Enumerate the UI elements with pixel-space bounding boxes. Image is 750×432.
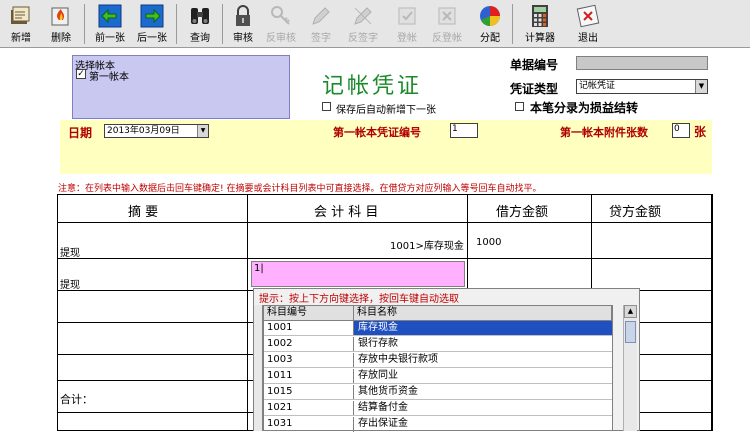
grid-row-divider xyxy=(640,412,713,413)
arrow-left-icon xyxy=(98,4,122,28)
pen-icon xyxy=(312,7,330,25)
popup-row-indicator xyxy=(254,305,263,431)
popup-hint: 提示：按上下方向键选择，按回车键自动选取 xyxy=(259,294,459,305)
attachment-count-field[interactable]: 0 xyxy=(672,123,690,138)
prev-button[interactable]: 前一张 xyxy=(90,2,130,46)
doc-no-field[interactable] xyxy=(576,56,708,70)
toolbar-separator xyxy=(222,4,223,44)
toolbar-separator xyxy=(176,4,177,44)
notice-text: 注意：在列表中输入数据后击回车键确定! 在摘要或会计科目列表中可直接选择。在借贷… xyxy=(58,184,542,194)
calculator-button[interactable]: 计算器 xyxy=(520,2,560,46)
page-title: 记帐凭证 xyxy=(322,74,423,99)
attachment-label: 第一帐本附件张数 xyxy=(560,126,648,139)
account-name: 第一帐本 xyxy=(89,72,129,83)
new-button[interactable]: 新增 xyxy=(4,2,38,46)
grid-row-divider xyxy=(57,222,713,223)
delete-button[interactable]: 删除 xyxy=(44,2,78,46)
scroll-thumb[interactable] xyxy=(625,321,636,343)
auto-new-label: 保存后自动新增下一张 xyxy=(336,105,436,116)
popup-scrollbar[interactable]: ▲ xyxy=(623,305,637,431)
binoculars-icon xyxy=(191,8,209,24)
unpost-button[interactable]: 反登帐 xyxy=(428,2,466,46)
unaudit-button[interactable]: 反审核 xyxy=(262,2,300,46)
sign-button[interactable]: 签字 xyxy=(306,2,336,46)
unpost-icon xyxy=(438,7,456,25)
grid-row-divider xyxy=(640,322,713,323)
post-icon xyxy=(398,7,416,25)
date-label: 日期 xyxy=(68,126,93,140)
voucher-type-value: 记帐凭证 xyxy=(579,81,616,91)
chevron-down-icon[interactable]: ▼ xyxy=(695,80,707,93)
total-label: 合计： xyxy=(60,393,93,406)
audit-button[interactable]: 审核 xyxy=(228,2,258,46)
grid-row-divider xyxy=(57,258,713,259)
doc-no-label: 单据编号 xyxy=(510,58,559,72)
grid-col-divider xyxy=(247,194,248,431)
voucher-no-label: 第一帐本凭证编号 xyxy=(333,126,421,139)
col-account-code: 科目编号 xyxy=(264,306,354,321)
query-button[interactable]: 查询 xyxy=(184,2,216,46)
row1-debit[interactable]: 1000 xyxy=(476,237,501,248)
grid-row-divider xyxy=(57,322,253,323)
account-checkbox[interactable]: ✓ xyxy=(76,69,86,79)
pie-chart-icon xyxy=(480,6,500,26)
list-item[interactable]: 1015 其他货币资金 xyxy=(264,385,612,400)
next-button[interactable]: 后一张 xyxy=(132,2,172,46)
header-summary: 摘 要 xyxy=(128,205,159,220)
lock-icon xyxy=(236,5,250,26)
grid-row-divider xyxy=(57,380,253,381)
auto-new-checkbox[interactable] xyxy=(322,102,331,111)
new-doc-icon xyxy=(11,6,30,24)
row1-account[interactable]: 1001>库存现金 xyxy=(390,237,464,252)
delete-icon xyxy=(51,7,69,26)
calculator-icon xyxy=(532,5,548,27)
grid-row-divider xyxy=(57,290,253,291)
allocate-button[interactable]: 分配 xyxy=(474,2,506,46)
attachment-unit: 张 xyxy=(694,125,707,139)
toolbar-separator xyxy=(84,4,85,44)
voucher-no-field[interactable]: 1 xyxy=(450,123,478,138)
list-item[interactable]: 1021 结算备付金 xyxy=(264,401,612,416)
unsign-button[interactable]: 反签字 xyxy=(344,2,382,46)
scroll-up-icon[interactable]: ▲ xyxy=(624,305,637,318)
post-button[interactable]: 登帐 xyxy=(392,2,422,46)
exit-icon xyxy=(576,4,600,28)
profit-loss-label: 本笔分录为损益结转 xyxy=(530,101,639,115)
account-input[interactable]: 1| xyxy=(251,261,465,287)
grid-row-divider xyxy=(57,354,253,355)
row1-summary[interactable]: 提现 xyxy=(60,244,80,259)
list-item[interactable]: 1031 存出保证金 xyxy=(264,417,612,432)
arrow-right-icon xyxy=(140,4,164,28)
list-item[interactable]: 1002 银行存款 xyxy=(264,337,612,352)
profit-loss-checkbox[interactable] xyxy=(515,102,524,111)
pen-off-icon xyxy=(354,7,372,25)
account-list: 科目编号 科目名称 1001 库存现金 1002 银行存款 1003 存放中央银行款项… xyxy=(263,305,613,432)
chevron-down-icon[interactable]: ▼ xyxy=(197,125,208,137)
col-account-name: 科目名称 xyxy=(354,306,612,321)
list-item[interactable]: 1001 库存现金 xyxy=(264,321,612,336)
grid-row-divider xyxy=(57,412,253,413)
header-debit: 借方金额 xyxy=(496,205,549,220)
grid-right-border xyxy=(711,194,713,431)
grid-row-divider xyxy=(640,354,713,355)
voucher-type-select[interactable]: 记帐凭证 ▼ xyxy=(576,79,708,94)
key-icon xyxy=(271,6,290,25)
voucher-type-label: 凭证类型 xyxy=(510,82,559,96)
grid-row-divider xyxy=(640,380,713,381)
grid-row-divider xyxy=(640,290,713,291)
list-item[interactable]: 1003 存放中央银行款项 xyxy=(264,353,612,368)
list-item[interactable]: 1011 存放同业 xyxy=(264,369,612,384)
header-account: 会 计 科 目 xyxy=(314,205,379,220)
date-picker[interactable]: 2013年03月09日 ▼ xyxy=(104,124,209,138)
header-credit: 贷方金额 xyxy=(609,205,662,220)
date-value: 2013年03月09日 xyxy=(107,126,180,136)
account-book-panel: 选择帐本 ✓ 第一帐本 xyxy=(72,55,290,119)
exit-button[interactable]: 退出 xyxy=(572,2,604,46)
toolbar-separator xyxy=(512,4,513,44)
row2-summary[interactable]: 提现 xyxy=(60,276,80,291)
